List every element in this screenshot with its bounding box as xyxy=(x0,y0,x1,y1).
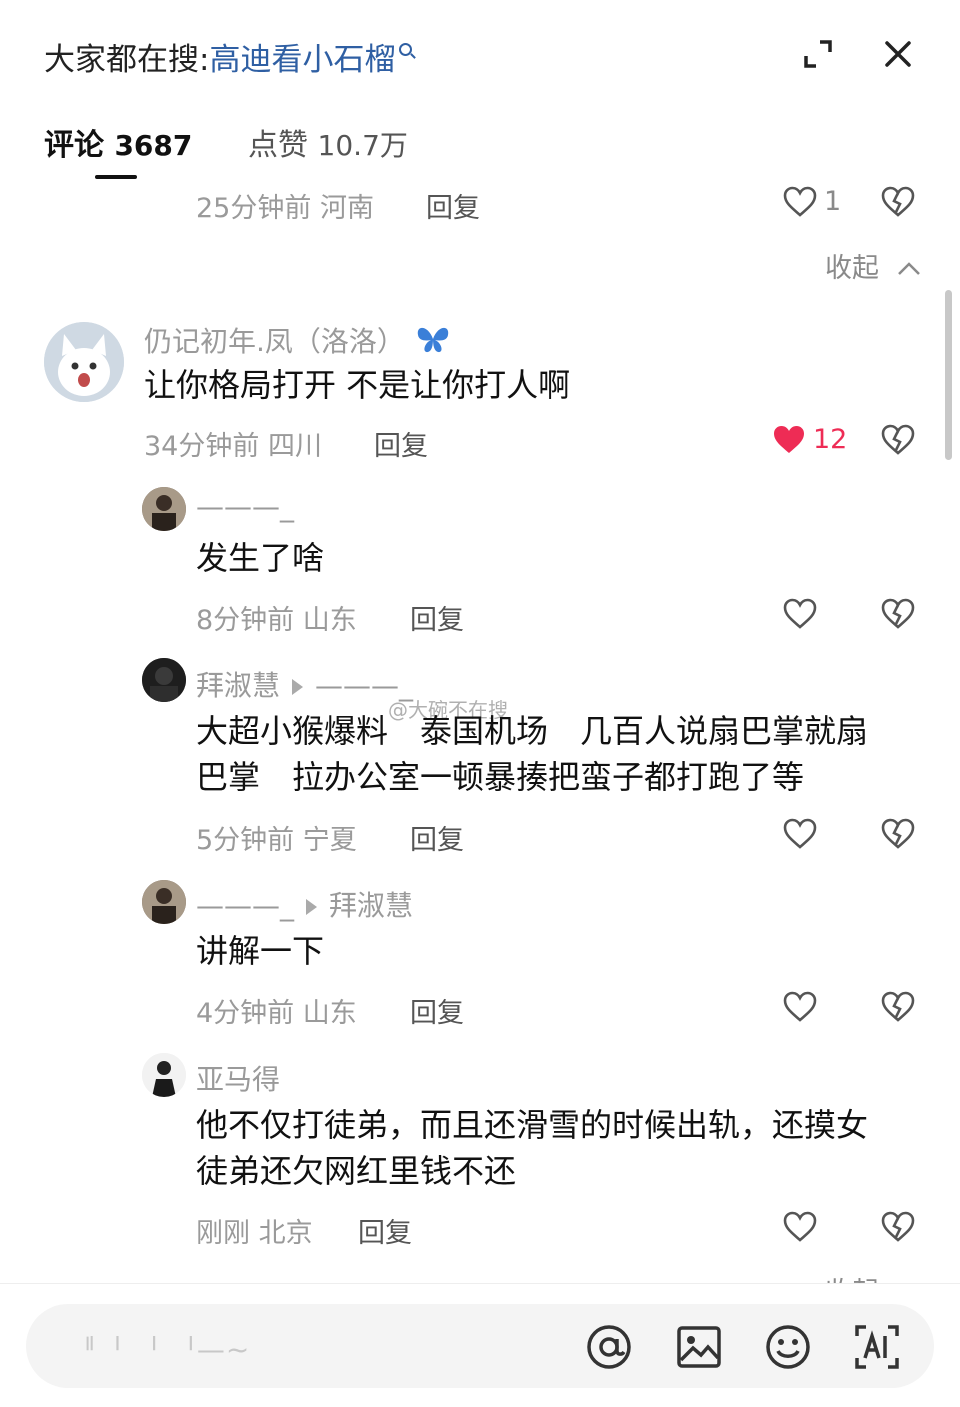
heart-icon[interactable] xyxy=(782,989,818,1025)
emoji-icon[interactable] xyxy=(763,1322,813,1372)
reply-text-line: 徒弟还欠网红里钱不还 xyxy=(196,1152,517,1190)
expand-icon[interactable] xyxy=(800,36,836,72)
reply-meta: 刚刚 北京 xyxy=(196,1218,313,1249)
reply-to-arrow-icon xyxy=(292,679,304,695)
reply-text-line: 巴掌 拉办公室一顿暴揍把蛮子都打跑了等 xyxy=(196,758,805,796)
avatar[interactable] xyxy=(142,487,186,531)
reply-meta: 4分钟前 山东 xyxy=(196,998,357,1029)
reply-button[interactable]: 回复 xyxy=(426,186,480,225)
reply-text-line: 大超小猴爆料 泰国机场 几百人说扇巴掌就扇 xyxy=(196,712,869,750)
input-placeholder: ᅵᅵᅵ ᅵ ᅵ—~ xyxy=(70,1333,251,1366)
reply-button[interactable]: 回复 xyxy=(410,991,464,1030)
heart-icon[interactable] xyxy=(782,184,818,220)
like-count: 12 xyxy=(813,424,848,455)
comment-username[interactable]: 仍记初年.凤（洛洛） xyxy=(144,320,452,360)
at-icon[interactable] xyxy=(584,1322,634,1372)
tab-comments[interactable]: 评论 3687 xyxy=(44,120,192,164)
reply-button[interactable]: 回复 xyxy=(410,818,464,857)
tab-likes[interactable]: 点赞 10.7万 xyxy=(248,120,408,164)
broken-heart-icon[interactable] xyxy=(880,816,916,852)
search-prefix: 大家都在搜: xyxy=(44,42,210,78)
broken-heart-icon[interactable] xyxy=(880,422,916,458)
heart-icon[interactable] xyxy=(782,816,818,852)
comment-input[interactable]: ᅵᅵᅵ ᅵ ᅵ—~ xyxy=(26,1304,934,1388)
butterfly-icon xyxy=(417,327,449,353)
reply-button[interactable]: 回复 xyxy=(374,424,428,463)
reply-text: 发生了啥 xyxy=(196,539,325,577)
comment-input-bar: ᅵᅵᅵ ᅵ ᅵ—~ xyxy=(0,1283,960,1407)
broken-heart-icon[interactable] xyxy=(880,184,916,220)
collapse-button[interactable]: 收起 xyxy=(825,246,922,285)
search-term[interactable]: 高迪看小石榴 xyxy=(209,42,395,78)
avatar[interactable] xyxy=(142,1053,186,1097)
comment-meta: 25分钟前 河南 xyxy=(196,193,374,224)
reply-meta: 5分钟前 宁夏 xyxy=(196,825,357,856)
avatar[interactable] xyxy=(142,658,186,702)
collapse-button-partial[interactable]: 收起 xyxy=(825,1270,879,1284)
comment-text: 让你格局打开 不是让你打人啊 xyxy=(144,366,571,404)
likes-count: 10.7万 xyxy=(317,129,408,162)
reply-to-arrow-icon xyxy=(306,899,317,915)
reply-button[interactable]: 回复 xyxy=(410,598,464,637)
like-count: 1 xyxy=(824,186,842,217)
reply-text-line: 他不仅打徒弟，而且还滑雪的时候出轨，还摸女 xyxy=(196,1106,869,1144)
ai-icon[interactable] xyxy=(852,1322,902,1372)
comments-count: 3687 xyxy=(114,129,193,162)
active-tab-indicator xyxy=(95,175,137,179)
reply-username[interactable]: 拜淑慧 ———_ xyxy=(196,664,413,704)
scrollbar[interactable] xyxy=(945,290,952,460)
reply-to-username: 拜淑慧 xyxy=(329,889,414,922)
heart-icon[interactable] xyxy=(771,422,807,458)
heart-icon[interactable] xyxy=(782,1209,818,1245)
close-icon[interactable] xyxy=(880,36,916,72)
reply-username[interactable]: ———_ 拜淑慧 xyxy=(196,884,413,924)
comment-tabs: 评论 3687 点赞 10.7万 xyxy=(0,120,960,180)
search-suggestion[interactable]: 大家都在搜:高迪看小石榴 xyxy=(44,34,413,79)
reply-username[interactable]: 亚马得 xyxy=(196,1058,280,1098)
reply-username[interactable]: ———_ xyxy=(196,490,294,523)
chevron-up-icon xyxy=(897,262,920,275)
broken-heart-icon[interactable] xyxy=(880,1209,916,1245)
cat-avatar-image xyxy=(44,322,124,402)
image-icon[interactable] xyxy=(674,1322,724,1372)
heart-icon[interactable] xyxy=(782,596,818,632)
avatar[interactable] xyxy=(142,880,186,924)
reply-meta: 8分钟前 山东 xyxy=(196,605,357,636)
avatar[interactable] xyxy=(44,322,124,402)
header: 大家都在搜:高迪看小石榴 xyxy=(0,0,960,110)
reply-button[interactable]: 回复 xyxy=(358,1211,412,1250)
comment-meta: 34分钟前 四川 xyxy=(144,431,322,462)
search-icon xyxy=(399,43,413,56)
broken-heart-icon[interactable] xyxy=(880,596,916,632)
broken-heart-icon[interactable] xyxy=(880,989,916,1025)
reply-text: 讲解一下 xyxy=(196,932,325,970)
